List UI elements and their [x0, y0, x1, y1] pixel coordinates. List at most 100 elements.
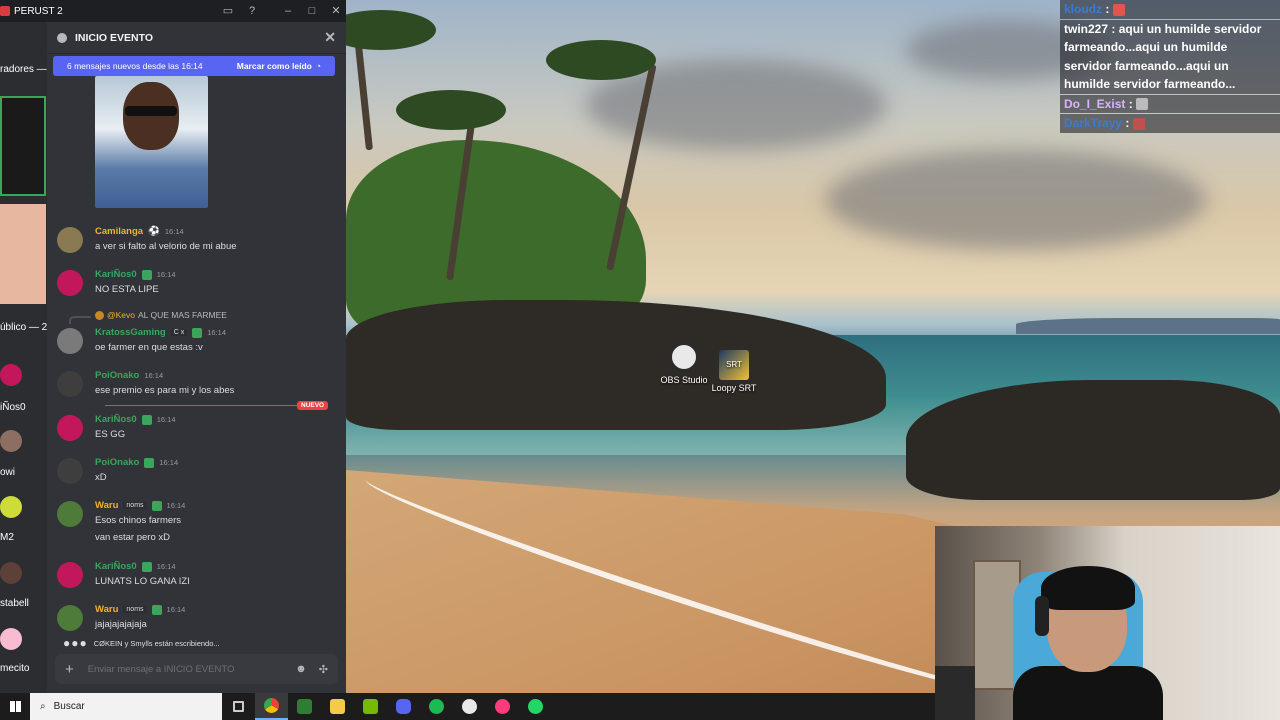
username[interactable]: Waru [95, 500, 118, 511]
new-messages-banner[interactable]: 6 mensajes nuevos desde las 16:14 Marcar… [53, 56, 335, 76]
thread-panel: INICIO EVENTO ✕ 6 mensajes nuevos desde … [47, 22, 346, 693]
chrome-taskbar-button[interactable] [255, 693, 288, 720]
avatar[interactable] [0, 364, 22, 386]
message[interactable]: KariÑos0 16:14 ES GG [47, 413, 346, 449]
minimize-button[interactable]: – [280, 3, 296, 19]
emoji-icon[interactable]: ☻ [295, 663, 307, 676]
music-taskbar-button[interactable] [486, 693, 519, 720]
avatar[interactable] [57, 415, 83, 441]
desktop-icon-label: Loopy SRT [711, 383, 757, 393]
reply-text: AL QUE MAS FARMEE [138, 310, 227, 320]
close-window-button[interactable]: ✕ [328, 3, 344, 19]
webcam-lamp [935, 666, 975, 720]
obs-icon [462, 699, 477, 714]
spotify-icon [429, 699, 444, 714]
avatar[interactable] [57, 227, 83, 253]
reply-connector [69, 316, 91, 324]
reply-preview[interactable]: @Kevo AL QUE MAS FARMEE [95, 310, 227, 320]
username[interactable]: KariÑos0 [95, 561, 137, 572]
spotify-taskbar-button[interactable] [420, 693, 453, 720]
attached-image[interactable] [95, 76, 208, 208]
message[interactable]: KariÑos0 16:14 LUNATS LO GANA IZI [47, 560, 346, 596]
role-badge-icon [141, 269, 152, 280]
start-button[interactable] [0, 693, 30, 720]
taskbar-search[interactable]: ⌕ Buscar [30, 693, 222, 720]
cloud [826, 150, 1206, 250]
whatsapp-taskbar-button[interactable] [519, 693, 552, 720]
message-header: Camilanga ⚽ 16:14 [95, 226, 184, 237]
username[interactable]: Camilanga [95, 226, 143, 237]
message-text: a ver si falto al velorio de mi abue [95, 241, 237, 252]
avatar[interactable] [0, 496, 22, 518]
avatar[interactable] [57, 605, 83, 631]
composer-placeholder[interactable]: Enviar mensaje a INICIO EVENTO [88, 664, 235, 675]
chat-message: twin227 : aqui un humilde servidor farme… [1060, 19, 1280, 94]
message-header: KariÑos0 16:14 [95, 269, 176, 280]
stream-preview[interactable] [0, 204, 46, 304]
emote-icon [1136, 98, 1149, 111]
obs-studio-desktop-icon[interactable]: OBS Studio [656, 342, 712, 385]
palm-leaves [546, 40, 656, 80]
discord-titlebar: PERUST 2 ▭ ? – □ ✕ [0, 0, 346, 22]
itunes-icon [495, 699, 510, 714]
server-tag: noms [123, 606, 147, 613]
help-icon[interactable]: ? [244, 3, 260, 19]
message-text: jajajajajajaja [95, 619, 147, 630]
message[interactable]: Waru noms 16:14 Esos chinos farmers van … [47, 499, 346, 549]
discord-icon [396, 699, 411, 714]
add-attachment-button[interactable]: + [65, 661, 74, 678]
message[interactable]: PoiOnako 16:14 xD [47, 456, 346, 492]
chat-username: Do_I_Exist [1064, 96, 1126, 111]
webcam-hair [1041, 566, 1135, 610]
apps-icon[interactable]: ✣ [319, 663, 328, 676]
member-name: stabell [0, 598, 29, 609]
avatar[interactable] [0, 562, 22, 584]
reply-user[interactable]: @Kevo [107, 310, 135, 320]
username[interactable]: Waru [95, 604, 118, 615]
avatar[interactable] [57, 562, 83, 588]
message[interactable]: KariÑos0 16:14 NO ESTA LIPE [47, 268, 346, 304]
stream-preview[interactable] [0, 96, 46, 196]
username[interactable]: PoiOnako [95, 370, 139, 381]
new-messages-divider [105, 405, 325, 406]
avatar[interactable] [57, 371, 83, 397]
thread-icon [57, 32, 67, 43]
avatar[interactable] [57, 501, 83, 527]
message[interactable]: @Kevo AL QUE MAS FARMEE KratossGaming C … [47, 310, 346, 360]
task-view-icon [233, 701, 244, 712]
rocks [346, 300, 886, 430]
task-view-button[interactable] [222, 693, 255, 720]
mark-read-button[interactable]: Marcar como leído ◔ [237, 61, 321, 71]
username[interactable]: KariÑos0 [95, 414, 137, 425]
message[interactable]: PoiOnako 16:14 ese premio es para mi y l… [47, 369, 346, 405]
message-text: van estar pero xD [95, 532, 170, 543]
message[interactable]: Waru noms 16:14 jajajajajajaja [47, 603, 346, 637]
timestamp: 16:14 [164, 227, 184, 236]
avatar[interactable] [0, 430, 22, 452]
window-title: PERUST 2 [14, 5, 63, 17]
username[interactable]: KariÑos0 [95, 269, 137, 280]
nvidia-taskbar-button[interactable] [354, 693, 387, 720]
loopy-srt-desktop-icon[interactable]: SRT Loopy SRT [706, 350, 762, 393]
palm-leaves [396, 90, 506, 130]
username[interactable]: KratossGaming [95, 327, 166, 338]
emote-icon [1112, 3, 1125, 16]
store-taskbar-button[interactable] [288, 693, 321, 720]
avatar[interactable] [57, 328, 83, 354]
message[interactable]: Camilanga ⚽ 16:14 a ver si falto al velo… [47, 225, 346, 261]
explorer-taskbar-button[interactable] [321, 693, 354, 720]
maximize-button[interactable]: □ [304, 3, 320, 19]
screen-share-icon[interactable]: ▭ [220, 3, 236, 19]
desktop-icon-label: OBS Studio [660, 375, 708, 385]
avatar[interactable] [57, 458, 83, 484]
username[interactable]: PoiOnako [95, 457, 139, 468]
obs-taskbar-button[interactable] [453, 693, 486, 720]
server-tag: noms [123, 502, 147, 509]
avatar[interactable] [57, 270, 83, 296]
palm-leaves [346, 10, 436, 50]
close-thread-button[interactable]: ✕ [324, 29, 336, 46]
avatar[interactable] [0, 628, 22, 650]
discord-taskbar-button[interactable] [387, 693, 420, 720]
timestamp: 16:14 [144, 371, 164, 380]
message-composer[interactable]: + Enviar mensaje a INICIO EVENTO ☻ ✣ [55, 654, 338, 684]
